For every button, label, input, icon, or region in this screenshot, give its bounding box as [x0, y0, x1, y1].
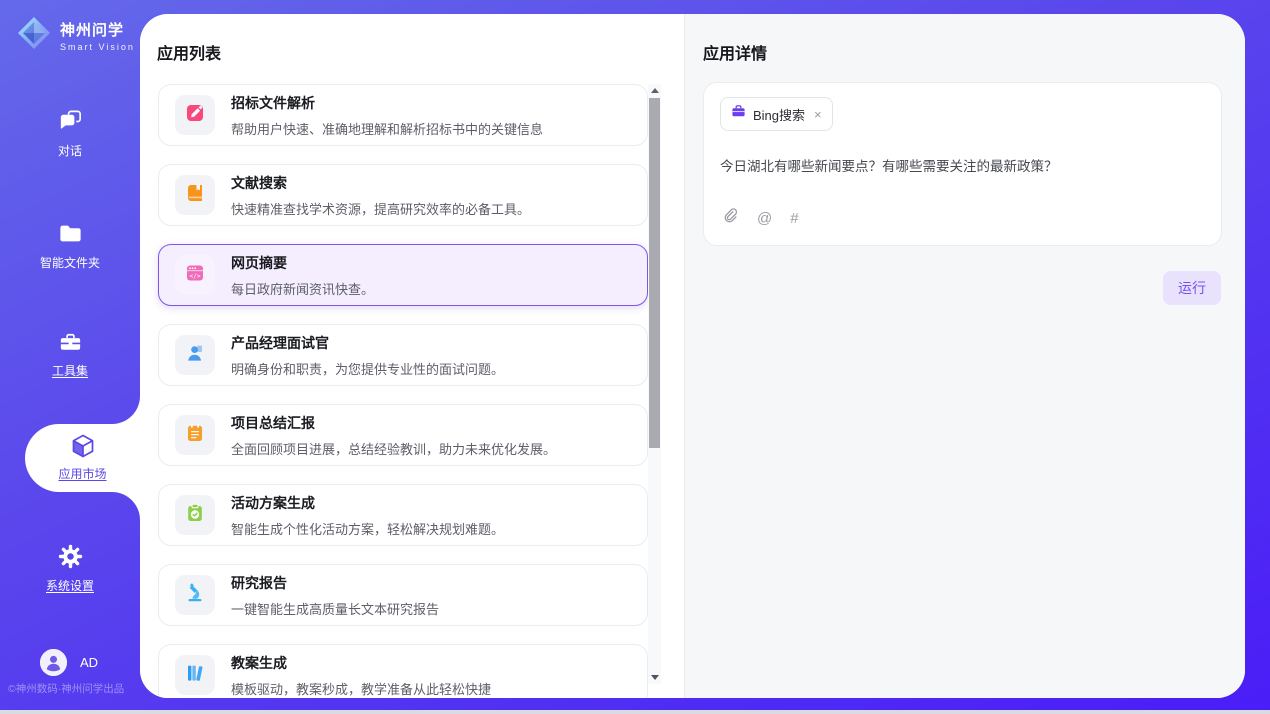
app-list-panel: 应用列表 招标文件解析 帮助用户快速、准确地理解和解析招标书中的关键信息 文献搜…: [140, 14, 684, 698]
edit-square-icon: [184, 102, 206, 129]
run-button[interactable]: 运行: [1163, 271, 1221, 305]
app-icon-box: [175, 175, 215, 215]
app-icon-box: [175, 335, 215, 375]
sidebar-item-smart-folders[interactable]: 智能文件夹: [0, 220, 140, 272]
diamond-logo-icon: [16, 15, 52, 56]
cube-icon: [68, 432, 98, 462]
app-icon-box: [175, 655, 215, 695]
tab-notch-top: [112, 396, 140, 424]
sidebar-item-label: 智能文件夹: [40, 256, 100, 270]
app-icon-box: [175, 95, 215, 135]
app-card[interactable]: 活动方案生成 智能生成个性化活动方案，轻松解决规划难题。: [158, 484, 648, 546]
app-card-desc: 一键智能生成高质量长文本研究报告: [231, 599, 439, 618]
app-details-panel: 应用详情 Bing搜索 × 今日湖北有哪些新闻要点？有哪些需要关注的最新政策？: [684, 14, 1245, 698]
gear-icon: [57, 543, 84, 570]
chat-icon: [57, 108, 84, 135]
notepad-icon: [184, 422, 206, 449]
app-icon-box: [175, 415, 215, 455]
sidebar-item-toolset[interactable]: 工具集: [0, 328, 140, 380]
sidebar-item-label: 应用市场: [58, 467, 106, 481]
app-card-desc: 每日政府新闻资讯快查。: [231, 279, 374, 298]
briefcase-icon: [731, 104, 746, 124]
scrollbar-up-arrow-icon[interactable]: [648, 84, 661, 97]
app-card-title: 网页摘要: [231, 253, 374, 273]
sidebar: 神州问学 Smart Vision 对话 智能文件夹: [0, 0, 140, 714]
book-icon: [184, 182, 206, 209]
app-icon-box: </>: [175, 255, 215, 295]
bottom-edge-strip: [0, 710, 1270, 714]
brand-subtitle: Smart Vision: [60, 42, 135, 52]
sidebar-item-label: 工具集: [52, 364, 88, 378]
app-card-desc: 快速精准查找学术资源，提高研究效率的必备工具。: [231, 199, 530, 218]
app-card[interactable]: 招标文件解析 帮助用户快速、准确地理解和解析招标书中的关键信息: [158, 84, 648, 146]
user-initials: AD: [80, 655, 98, 670]
composer-toolbar: @ #: [722, 207, 799, 229]
sidebar-item-label: 对话: [58, 144, 82, 158]
books-icon: [184, 662, 206, 689]
app-card-title: 活动方案生成: [231, 493, 504, 513]
copyright-text: ©神州数码·神州问学出品: [8, 681, 124, 696]
interviewer-icon: [184, 342, 206, 369]
app-card[interactable]: </> 网页摘要 每日政府新闻资讯快查。: [158, 244, 648, 306]
tab-notch-bottom: [112, 492, 140, 520]
sidebar-item-label: 系统设置: [46, 579, 94, 593]
app-card-title: 项目总结汇报: [231, 413, 556, 433]
hash-icon[interactable]: #: [790, 210, 798, 227]
app-card[interactable]: 教案生成 模板驱动，教案秒成，教学准备从此轻松快捷: [158, 644, 648, 698]
app-card-desc: 智能生成个性化活动方案，轻松解决规划难题。: [231, 519, 504, 538]
app-card-list: 招标文件解析 帮助用户快速、准确地理解和解析招标书中的关键信息 文献搜索 快速精…: [158, 84, 648, 698]
prompt-card[interactable]: Bing搜索 × 今日湖北有哪些新闻要点？有哪些需要关注的最新政策？ @ #: [703, 82, 1222, 246]
scrollbar-thumb[interactable]: [649, 98, 660, 448]
app-card-title: 研究报告: [231, 573, 439, 593]
app-card-title: 文献搜索: [231, 173, 530, 193]
scrollbar-down-arrow-icon[interactable]: [648, 671, 661, 684]
user-account[interactable]: AD: [40, 649, 98, 676]
app-list-title: 应用列表: [157, 40, 221, 64]
at-mention-icon[interactable]: @: [757, 210, 772, 227]
sidebar-item-app-market[interactable]: 应用市场: [25, 424, 140, 492]
scrollbar[interactable]: [648, 84, 661, 684]
folder-icon: [57, 220, 84, 247]
paperclip-icon[interactable]: [722, 207, 739, 229]
sidebar-item-settings[interactable]: 系统设置: [0, 543, 140, 595]
app-card-title: 产品经理面试官: [231, 333, 504, 353]
app-card[interactable]: 项目总结汇报 全面回顾项目进展，总结经验教训，助力未来优化发展。: [158, 404, 648, 466]
app-icon-box: [175, 575, 215, 615]
app-card[interactable]: 研究报告 一键智能生成高质量长文本研究报告: [158, 564, 648, 626]
app-card-title: 教案生成: [231, 653, 491, 673]
app-card[interactable]: 产品经理面试官 明确身份和职责，为您提供专业性的面试问题。: [158, 324, 648, 386]
browser-code-icon: </>: [184, 262, 206, 289]
brand-logo: 神州问学 Smart Vision: [16, 15, 135, 56]
app-icon-box: [175, 495, 215, 535]
prompt-question-text: 今日湖北有哪些新闻要点？有哪些需要关注的最新政策？: [720, 155, 1205, 175]
app-details-title: 应用详情: [703, 40, 767, 64]
app-card[interactable]: 文献搜索 快速精准查找学术资源，提高研究效率的必备工具。: [158, 164, 648, 226]
app-card-desc: 帮助用户快速、准确地理解和解析招标书中的关键信息: [231, 119, 543, 138]
tool-chip-label: Bing搜索: [753, 105, 805, 124]
toolbox-icon: [57, 328, 84, 355]
microscope-icon: [184, 582, 206, 609]
close-icon[interactable]: ×: [814, 108, 822, 121]
app-card-desc: 明确身份和职责，为您提供专业性的面试问题。: [231, 359, 504, 378]
clipboard-check-icon: [184, 502, 206, 529]
main-content: 应用列表 招标文件解析 帮助用户快速、准确地理解和解析招标书中的关键信息 文献搜…: [140, 14, 1245, 698]
brand-name: 神州问学: [60, 19, 135, 40]
app-card-desc: 模板驱动，教案秒成，教学准备从此轻松快捷: [231, 679, 491, 698]
app-card-desc: 全面回顾项目进展，总结经验教训，助力未来优化发展。: [231, 439, 556, 458]
svg-text:</>: </>: [189, 272, 200, 279]
sidebar-item-chat[interactable]: 对话: [0, 108, 140, 160]
app-card-title: 招标文件解析: [231, 93, 543, 113]
avatar: [40, 649, 67, 676]
tool-chip-bing-search[interactable]: Bing搜索 ×: [720, 97, 833, 131]
